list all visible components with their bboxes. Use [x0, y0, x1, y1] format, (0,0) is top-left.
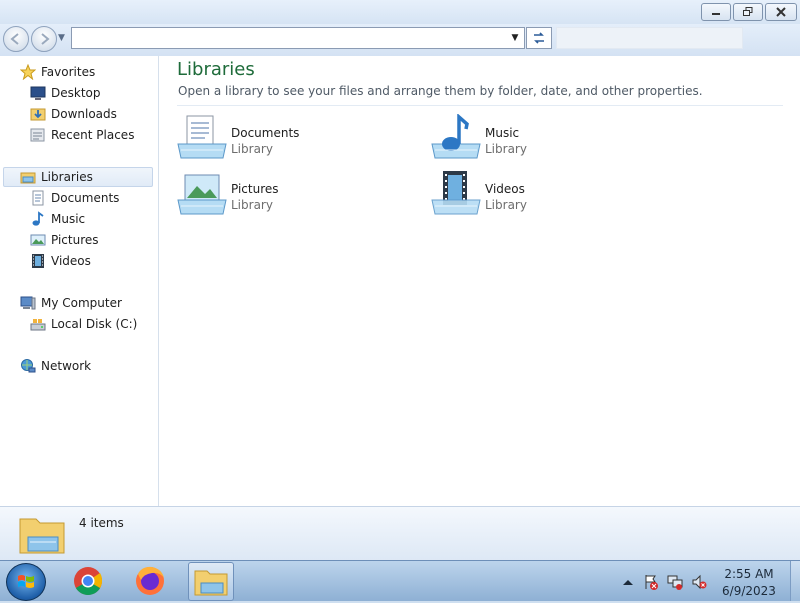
hard-drive-icon	[30, 316, 46, 332]
documents-library-icon	[177, 114, 227, 162]
sidebar-item-label: Network	[41, 359, 92, 373]
sidebar-item-label: Favorites	[41, 65, 96, 79]
libraries-icon	[20, 169, 36, 185]
restore-button[interactable]	[733, 3, 763, 21]
recent-pages-icon[interactable]: ▼	[58, 33, 65, 43]
sidebar-item-label: Desktop	[51, 86, 101, 100]
show-desktop-button[interactable]	[790, 561, 800, 601]
music-library-icon	[431, 113, 481, 162]
sidebar-item-label: Recent Places	[51, 128, 135, 142]
clock-time[interactable]: 2:55 AM	[718, 567, 780, 581]
sidebar-item-label: Videos	[51, 254, 91, 268]
start-button[interactable]	[6, 563, 46, 601]
chrome-icon	[74, 567, 103, 595]
film-strip-icon	[30, 253, 46, 269]
title-divider	[177, 105, 783, 106]
forward-arrow-icon	[41, 33, 50, 45]
library-type: Library	[231, 142, 273, 156]
star-icon	[19, 63, 37, 81]
page-title: Libraries	[177, 59, 255, 80]
recent-places-icon	[30, 127, 46, 143]
item-count: 4 items	[79, 516, 124, 530]
navigation-pane: Favorites Desktop Downloads Recent Place…	[0, 56, 159, 506]
library-type: Library	[231, 198, 273, 212]
address-dropdown-icon[interactable]: ▼	[507, 29, 523, 47]
sidebar-item-local-disk[interactable]: Local Disk (C:)	[30, 314, 137, 334]
library-type: Library	[485, 142, 527, 156]
back-arrow-icon	[10, 33, 19, 45]
sidebar-item-network[interactable]: Network	[20, 356, 91, 376]
taskbar-explorer[interactable]	[188, 562, 234, 601]
library-music[interactable]: Music Library	[431, 113, 661, 162]
network-icon	[20, 358, 36, 374]
details-pane: 4 items	[0, 506, 800, 561]
desktop-icon	[30, 85, 46, 101]
sidebar-item-recent-places[interactable]: Recent Places	[30, 125, 134, 145]
library-name: Documents	[231, 126, 300, 140]
library-name: Music	[485, 126, 520, 140]
sidebar-item-label: Pictures	[51, 233, 99, 247]
sidebar-item-desktop[interactable]: Desktop	[30, 83, 101, 103]
volume-muted-icon[interactable]	[691, 574, 707, 590]
firefox-icon	[136, 566, 164, 595]
videos-library-icon	[431, 170, 481, 218]
sidebar-item-music[interactable]: Music	[30, 209, 85, 229]
minimize-icon	[712, 13, 720, 15]
explorer-folder-icon	[194, 570, 228, 596]
sidebar-item-downloads[interactable]: Downloads	[30, 104, 117, 124]
clock-date[interactable]: 6/9/2023	[718, 584, 780, 598]
sidebar-item-pictures[interactable]: Pictures	[30, 230, 99, 250]
documents-icon	[30, 190, 46, 206]
navigation-bar: ▼ ▼	[0, 24, 800, 56]
libraries-large-icon	[18, 513, 66, 557]
sidebar-item-label: Downloads	[51, 107, 117, 121]
address-input[interactable]	[72, 28, 506, 48]
windows-logo-icon	[18, 575, 34, 588]
library-name: Pictures	[231, 182, 279, 196]
sidebar-item-videos[interactable]: Videos	[30, 251, 91, 271]
library-videos[interactable]: Videos Library	[431, 170, 661, 218]
address-bar[interactable]: ▼	[71, 27, 525, 49]
sidebar-item-favorites[interactable]: Favorites	[19, 62, 96, 82]
restore-icon	[743, 7, 753, 16]
pictures-icon	[30, 232, 46, 248]
show-hidden-icons-icon[interactable]	[620, 574, 636, 590]
downloads-folder-icon	[30, 106, 46, 122]
taskbar-chrome[interactable]	[66, 562, 110, 599]
close-icon	[776, 7, 786, 17]
content-pane: Libraries Open a library to see your fil…	[159, 56, 800, 506]
title-bar	[0, 0, 800, 24]
search-box[interactable]	[556, 27, 743, 49]
minimize-button[interactable]	[701, 3, 731, 21]
refresh-icon	[534, 32, 544, 44]
sidebar-item-label: Local Disk (C:)	[51, 317, 138, 331]
close-button[interactable]	[765, 3, 797, 21]
taskbar: 2:55 AM 6/9/2023	[0, 560, 800, 601]
sidebar-item-label: Documents	[51, 191, 120, 205]
network-status-icon[interactable]	[667, 574, 683, 590]
taskbar-firefox[interactable]	[128, 562, 172, 599]
sidebar-item-label: My Computer	[41, 296, 122, 310]
library-documents[interactable]: Documents Library	[177, 114, 407, 162]
computer-icon	[20, 295, 36, 311]
explorer-window: ▼ ▼ Favorites Desktop Downloads Recent P…	[0, 0, 800, 561]
sidebar-item-libraries[interactable]: Libraries	[3, 167, 153, 187]
sidebar-item-documents[interactable]: Documents	[30, 188, 119, 208]
library-name: Videos	[485, 182, 525, 196]
sidebar-item-label: Libraries	[41, 170, 93, 184]
sidebar-item-my-computer[interactable]: My Computer	[20, 293, 122, 313]
library-type: Library	[485, 198, 527, 212]
library-pictures[interactable]: Pictures Library	[177, 170, 407, 218]
pictures-library-icon	[177, 170, 227, 218]
sidebar-item-label: Music	[51, 212, 86, 226]
action-center-icon[interactable]	[643, 574, 659, 590]
forward-button[interactable]	[31, 26, 57, 52]
page-description: Open a library to see your files and arr…	[178, 84, 703, 98]
refresh-button[interactable]	[526, 27, 552, 49]
music-note-icon	[30, 211, 46, 227]
back-button[interactable]	[3, 26, 29, 52]
